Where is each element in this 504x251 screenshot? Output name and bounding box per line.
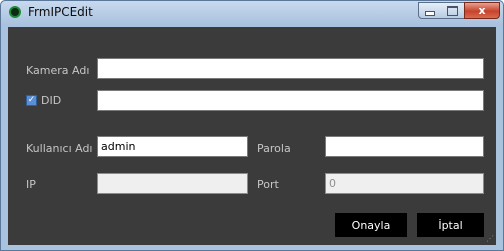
close-button[interactable]: x <box>464 2 500 19</box>
did-input[interactable] <box>97 90 484 111</box>
maximize-button[interactable] <box>441 2 465 19</box>
password-label: Parola <box>257 142 291 155</box>
port-input <box>325 173 484 194</box>
camera-name-input[interactable] <box>97 58 484 79</box>
did-label: DID <box>41 94 62 107</box>
port-label: Port <box>257 178 279 191</box>
cancel-button[interactable]: İptal <box>417 213 484 237</box>
confirm-button[interactable]: Onayla <box>335 213 407 237</box>
minimize-button[interactable] <box>418 2 442 19</box>
window-title: FrmIPCEdit <box>28 5 93 19</box>
camera-name-label: Kamera Adı <box>26 64 90 77</box>
password-input[interactable] <box>325 136 484 157</box>
ip-input <box>97 173 248 194</box>
did-checkbox[interactable]: ✓ <box>26 95 37 106</box>
minimize-icon <box>425 11 435 16</box>
resize-grip-icon[interactable]: ⋰ <box>486 235 494 243</box>
ip-label: IP <box>26 178 36 191</box>
maximize-icon <box>447 5 458 16</box>
form-panel: Kamera Adı ✓ DID Kullanıcı Adı Parola IP… <box>8 27 496 245</box>
title-bar[interactable]: FrmIPCEdit x <box>1 1 503 26</box>
username-label: Kullanıcı Adı <box>26 142 93 155</box>
close-icon: x <box>478 4 486 17</box>
dialog-window: FrmIPCEdit x Kamera Adı ✓ DID Kullanıcı … <box>0 0 504 251</box>
checkmark-icon: ✓ <box>27 95 36 105</box>
app-icon <box>9 6 21 18</box>
username-input[interactable] <box>97 136 248 157</box>
